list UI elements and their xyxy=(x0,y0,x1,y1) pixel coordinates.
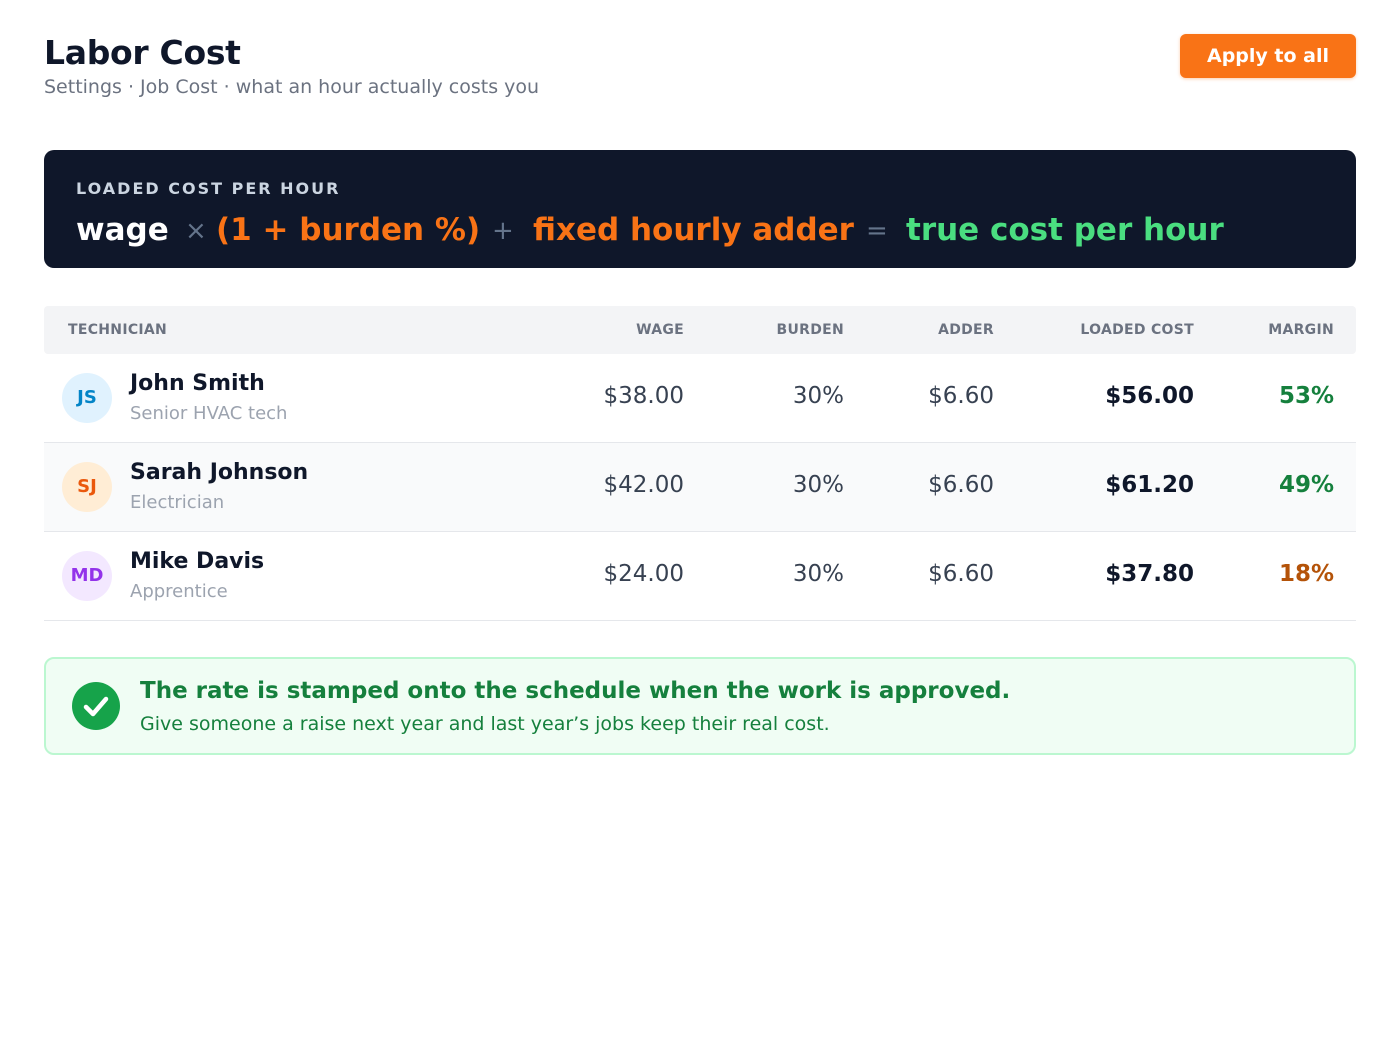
formula-panel: LOADED COST PER HOUR wage × (1 + burden … xyxy=(44,150,1356,268)
avatar: JS xyxy=(62,373,112,423)
technician-role: Senior HVAC tech xyxy=(130,403,288,424)
page-header: Labor Cost Settings · Job Cost · what an… xyxy=(44,0,1356,150)
technician-name: John Smith xyxy=(130,371,265,396)
burden-value: 30% xyxy=(792,561,844,587)
table-row[interactable]: SJ Sarah Johnson Electrician $42.00 30% … xyxy=(44,443,1356,532)
wage-value: $38.00 xyxy=(603,383,684,409)
technician-role: Apprentice xyxy=(130,581,228,602)
check-circle-icon xyxy=(72,682,120,730)
banner-body: Give someone a raise next year and last … xyxy=(140,713,830,735)
formula-result: true cost per hour xyxy=(906,212,1224,248)
banner-title: The rate is stamped onto the schedule wh… xyxy=(140,678,1011,704)
technician-name: Mike Davis xyxy=(130,549,265,574)
margin-value: 49% xyxy=(1278,472,1334,498)
breadcrumb: Settings · Job Cost · what an hour actua… xyxy=(44,76,540,98)
multiply-icon: × xyxy=(185,216,207,246)
equals-icon: = xyxy=(866,216,888,246)
column-header-loaded-cost[interactable]: LOADED COST xyxy=(1080,322,1194,338)
loaded-cost-value: $61.20 xyxy=(1105,472,1194,498)
formula-wage: wage xyxy=(76,212,169,248)
formula-label: LOADED COST PER HOUR xyxy=(76,179,341,198)
column-header-margin[interactable]: MARGIN xyxy=(1268,322,1334,338)
adder-value: $6.60 xyxy=(928,561,994,587)
technician-role: Electrician xyxy=(130,492,225,513)
wage-value: $24.00 xyxy=(603,561,684,587)
wage-value: $42.00 xyxy=(603,472,684,498)
loaded-cost-value: $56.00 xyxy=(1105,383,1194,409)
table-row[interactable]: JS John Smith Senior HVAC tech $38.00 30… xyxy=(44,354,1356,443)
labor-cost-page: Labor Cost Settings · Job Cost · what an… xyxy=(44,0,1356,755)
table-header: TECHNICIAN WAGE BURDEN ADDER LOADED COST… xyxy=(44,306,1356,354)
column-header-burden[interactable]: BURDEN xyxy=(776,322,844,338)
technician-name: Sarah Johnson xyxy=(130,460,309,485)
loaded-cost-value: $37.80 xyxy=(1105,561,1194,587)
burden-value: 30% xyxy=(792,383,844,409)
formula-burden: (1 + burden %) xyxy=(216,212,481,248)
info-banner: The rate is stamped onto the schedule wh… xyxy=(44,657,1356,755)
adder-value: $6.60 xyxy=(928,383,994,409)
burden-value: 30% xyxy=(792,472,844,498)
column-header-wage[interactable]: WAGE xyxy=(636,322,684,338)
column-header-adder[interactable]: ADDER xyxy=(938,322,994,338)
technician-table: TECHNICIAN WAGE BURDEN ADDER LOADED COST… xyxy=(44,306,1356,621)
avatar: SJ xyxy=(62,462,112,512)
margin-value: 18% xyxy=(1278,561,1334,587)
page-title: Labor Cost xyxy=(44,33,241,72)
column-header-technician[interactable]: TECHNICIAN xyxy=(68,322,167,338)
margin-value: 53% xyxy=(1278,383,1334,409)
adder-value: $6.60 xyxy=(928,472,994,498)
plus-icon: + xyxy=(492,216,514,246)
apply-to-all-button[interactable]: Apply to all xyxy=(1180,34,1356,78)
formula-adder: fixed hourly adder xyxy=(533,212,854,248)
avatar: MD xyxy=(62,551,112,601)
table-row[interactable]: MD Mike Davis Apprentice $24.00 30% $6.6… xyxy=(44,532,1356,621)
